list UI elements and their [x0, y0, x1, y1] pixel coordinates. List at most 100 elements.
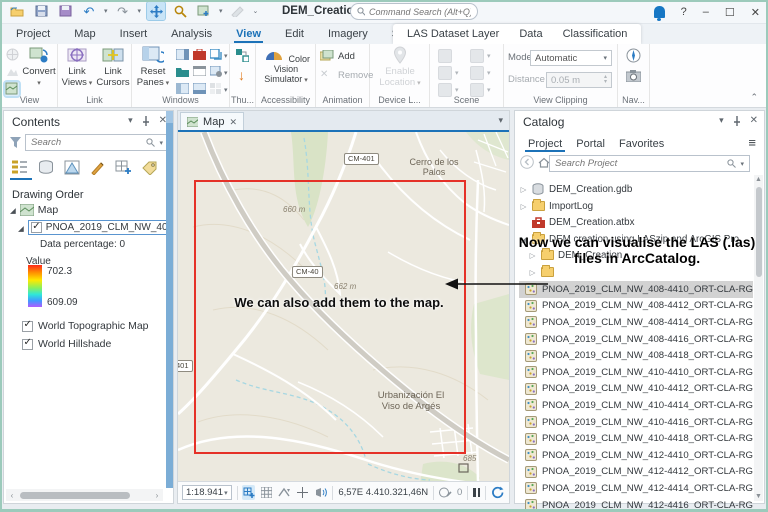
expand-caret-icon[interactable]	[18, 222, 24, 234]
scene-surface-dropdown-icon[interactable]: ▾	[455, 69, 459, 77]
layer-map[interactable]: Map	[10, 204, 58, 216]
convert-button[interactable]: Convert	[22, 46, 56, 88]
back-icon[interactable]	[520, 155, 534, 169]
explore-tool-icon[interactable]	[146, 1, 167, 21]
catalog-item-importlog[interactable]: ImportLog	[519, 198, 752, 214]
clip-mode-combo[interactable]: Automatic ▾	[530, 50, 612, 66]
pin-icon[interactable]	[733, 115, 741, 126]
add-data-dropdown-icon[interactable]: ▾	[219, 7, 223, 15]
list-by-drawing-order-icon[interactable]	[10, 158, 29, 177]
customize-qat-icon[interactable]: ⌄	[253, 7, 259, 15]
catalog-menu-chevron-icon[interactable]: ▾	[719, 115, 724, 126]
contents-search-input[interactable]	[31, 137, 143, 148]
catalog-las-file[interactable]: PNOA_2019_CLM_NW_410-4414_ORT-CLA-RGB.la…	[519, 397, 753, 414]
ribbon-tab[interactable]: Project	[4, 24, 62, 44]
ribbon-tab[interactable]: View	[224, 24, 273, 44]
ribbon-tab[interactable]: Map	[62, 24, 107, 44]
scroll-down-icon[interactable]: ▼	[754, 493, 763, 500]
project-pane-icon[interactable]	[175, 48, 190, 63]
tasks-dropdown-icon[interactable]: ▾	[224, 52, 228, 60]
basemap-layer-row[interactable]: World Topographic Map	[22, 317, 149, 335]
command-search-input[interactable]	[369, 6, 471, 17]
contextual-ribbon-tab[interactable]: Classification	[553, 24, 638, 44]
measure-tool-icon[interactable]	[229, 2, 247, 20]
dynamic-constraints-icon[interactable]	[278, 485, 291, 500]
scroll-up-icon[interactable]: ▲	[754, 176, 763, 183]
maximize-icon[interactable]: ☐	[725, 6, 735, 19]
catalog-las-file[interactable]: PNOA_2019_CLM_NW_408-4416_ORT-CLA-RGB.la…	[519, 331, 753, 348]
redo-icon[interactable]: ↷	[114, 2, 132, 20]
command-search[interactable]	[350, 3, 478, 20]
map-view-tab[interactable]: Map ✕	[180, 112, 244, 131]
contents-vertical-scrollbar[interactable]	[166, 111, 173, 488]
contents-horizontal-scrollbar[interactable]: ‹ ›	[6, 489, 163, 501]
catalog-las-file[interactable]: PNOA_2019_CLM_NW_410-4410_ORT-CLA-RGB.la…	[519, 364, 753, 381]
scene-effects-dropdown-icon[interactable]: ▾	[487, 52, 491, 60]
catalog-item-gdb[interactable]: DEM_Creation.gdb	[519, 181, 752, 197]
selected-layer-box[interactable]: PNOA_2019_CLM_NW_408-4410_ORT	[27, 220, 168, 235]
catalog-search-input[interactable]	[555, 158, 724, 169]
catalog-las-file[interactable]: PNOA_2019_CLM_NW_410-4412_ORT-CLA-RGB.la…	[519, 381, 753, 398]
crosshair-icon[interactable]	[296, 485, 309, 500]
catalog-tab[interactable]: Portal	[569, 135, 612, 152]
scene-shadows-dropdown-icon[interactable]: ▾	[487, 86, 491, 94]
basemap-layer-row[interactable]: World Hillshade	[22, 335, 149, 353]
add-animation-label[interactable]: Add	[338, 51, 355, 62]
ribbon-tab[interactable]: Edit	[273, 24, 316, 44]
close-icon[interactable]: ✕	[751, 6, 760, 19]
scene-view-icon[interactable]	[6, 65, 20, 79]
selection-count-icon[interactable]	[438, 485, 452, 500]
catalog-las-file[interactable]: PNOA_2019_CLM_NW_408-4418_ORT-CLA-RGB.la…	[519, 347, 753, 364]
layer-pnoa[interactable]: PNOA_2019_CLM_NW_408-4410_ORT	[18, 220, 168, 235]
catalog-las-file[interactable]: PNOA_2019_CLM_NW_412-4412_ORT-CLA-RGB.la…	[519, 464, 753, 481]
minimize-icon[interactable]: –	[703, 6, 709, 18]
help-icon[interactable]: ?	[681, 6, 687, 18]
tab-list-chevron-icon[interactable]: ▾	[498, 115, 503, 126]
enable-location-button[interactable]: Enable Location	[378, 46, 422, 88]
layer-checkbox[interactable]	[22, 319, 33, 332]
catalog-las-file[interactable]: PNOA_2019_CLM_NW_412-4410_ORT-CLA-RGB.la…	[519, 447, 753, 464]
pause-drawing-icon[interactable]	[473, 488, 481, 497]
list-by-labeling-icon[interactable]	[140, 158, 159, 177]
update-thumbnail-icon[interactable]: ↓	[238, 68, 252, 82]
tile-windows-dropdown-icon[interactable]: ▾	[224, 86, 228, 94]
scroll-right-icon[interactable]: ›	[151, 491, 163, 500]
catalog-las-file[interactable]: PNOA_2019_CLM_NW_410-4418_ORT-CLA-RGB.la…	[519, 430, 753, 447]
list-by-snapping-icon[interactable]	[114, 158, 133, 177]
geoprocessing-pane-icon[interactable]	[193, 48, 207, 63]
scene-effects-icon[interactable]	[470, 49, 484, 63]
scale-combo[interactable]: 1:18.941 ▾	[182, 485, 232, 500]
snapping-toggle-icon[interactable]	[242, 485, 256, 500]
catalog-las-file[interactable]: PNOA_2019_CLM_NW_408-4414_ORT-CLA-RGB.la…	[519, 314, 753, 331]
map-canvas[interactable]: CM-401 Cerro de los Palos 660 m CM-40 66…	[178, 132, 509, 484]
scene-lighting-dropdown-icon[interactable]: ▾	[455, 86, 459, 94]
link-cursors-button[interactable]: Link Cursors	[96, 46, 130, 88]
expand-caret-icon[interactable]	[10, 204, 16, 216]
scroll-thumb[interactable]	[20, 491, 130, 499]
expand-caret-icon[interactable]	[528, 267, 537, 278]
save-project-icon[interactable]	[32, 2, 50, 20]
catalog-las-file[interactable]: PNOA_2019_CLM_NW_412-4414_ORT-CLA-RGB.la…	[519, 480, 753, 497]
compass-icon[interactable]	[626, 48, 641, 63]
scene-layers-icon[interactable]	[438, 49, 452, 63]
list-by-editing-icon[interactable]	[88, 158, 107, 177]
ribbon-tab[interactable]: Imagery	[316, 24, 380, 44]
filter-icon[interactable]	[10, 137, 21, 148]
notifications-icon[interactable]	[653, 6, 665, 21]
menu-icon[interactable]: ≡	[748, 135, 756, 150]
expand-caret-icon[interactable]	[519, 184, 528, 195]
layer-checkbox[interactable]	[30, 221, 42, 233]
linked-views-icon[interactable]	[236, 49, 250, 63]
catalog-tab[interactable]: Favorites	[612, 135, 671, 152]
contextual-ribbon-tab[interactable]: LAS Dataset Layer	[397, 24, 509, 44]
camera-icon[interactable]	[625, 70, 642, 84]
refresh-icon[interactable]	[491, 485, 505, 500]
clip-distance-input[interactable]: 0.05 m ▴ ▾	[546, 72, 612, 88]
contents-menu-chevron-icon[interactable]: ▾	[128, 115, 133, 126]
catalog-item-atbx[interactable]: DEM_Creation.atbx	[519, 214, 752, 230]
reset-panes-button[interactable]: Reset Panes	[134, 46, 172, 88]
coordinates-readout[interactable]: 6,57E 4.410.321,46N	[338, 487, 428, 498]
ribbon-tab[interactable]: Analysis	[159, 24, 224, 44]
list-by-selection-icon[interactable]	[62, 158, 81, 177]
tasks-pane-icon[interactable]	[209, 48, 224, 63]
